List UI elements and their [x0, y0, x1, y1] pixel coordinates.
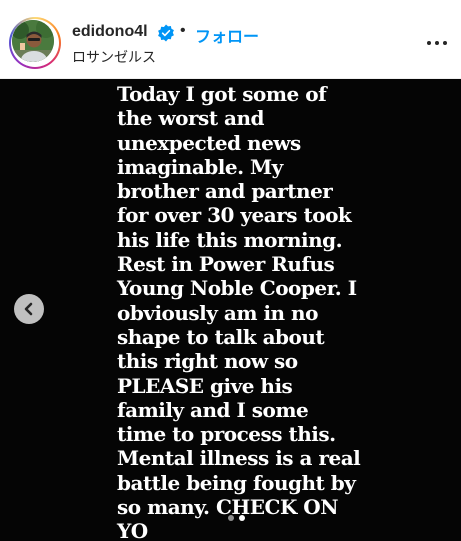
post-header: edidono4l • フォロー ロサンゼルス	[0, 0, 461, 79]
previous-slide-button[interactable]	[14, 294, 44, 324]
location-link[interactable]: ロサンゼルス	[72, 47, 156, 67]
carousel-indicator	[228, 515, 248, 521]
story-ring[interactable]	[9, 17, 61, 69]
more-options-icon[interactable]	[426, 38, 450, 48]
post-image-text: Today I got some of the worst and unexpe…	[117, 82, 361, 541]
verified-badge-icon	[158, 24, 174, 42]
post-media[interactable]: Today I got some of the worst and unexpe…	[0, 79, 461, 541]
chevron-left-icon	[24, 302, 33, 316]
separator-dot: •	[180, 22, 186, 39]
avatar[interactable]	[12, 20, 54, 62]
carousel-dot-2	[239, 515, 245, 521]
avatar-image	[12, 20, 54, 62]
follow-button[interactable]: フォロー	[195, 23, 259, 47]
username[interactable]: edidono4l	[72, 23, 148, 41]
carousel-dot-1	[228, 515, 234, 521]
